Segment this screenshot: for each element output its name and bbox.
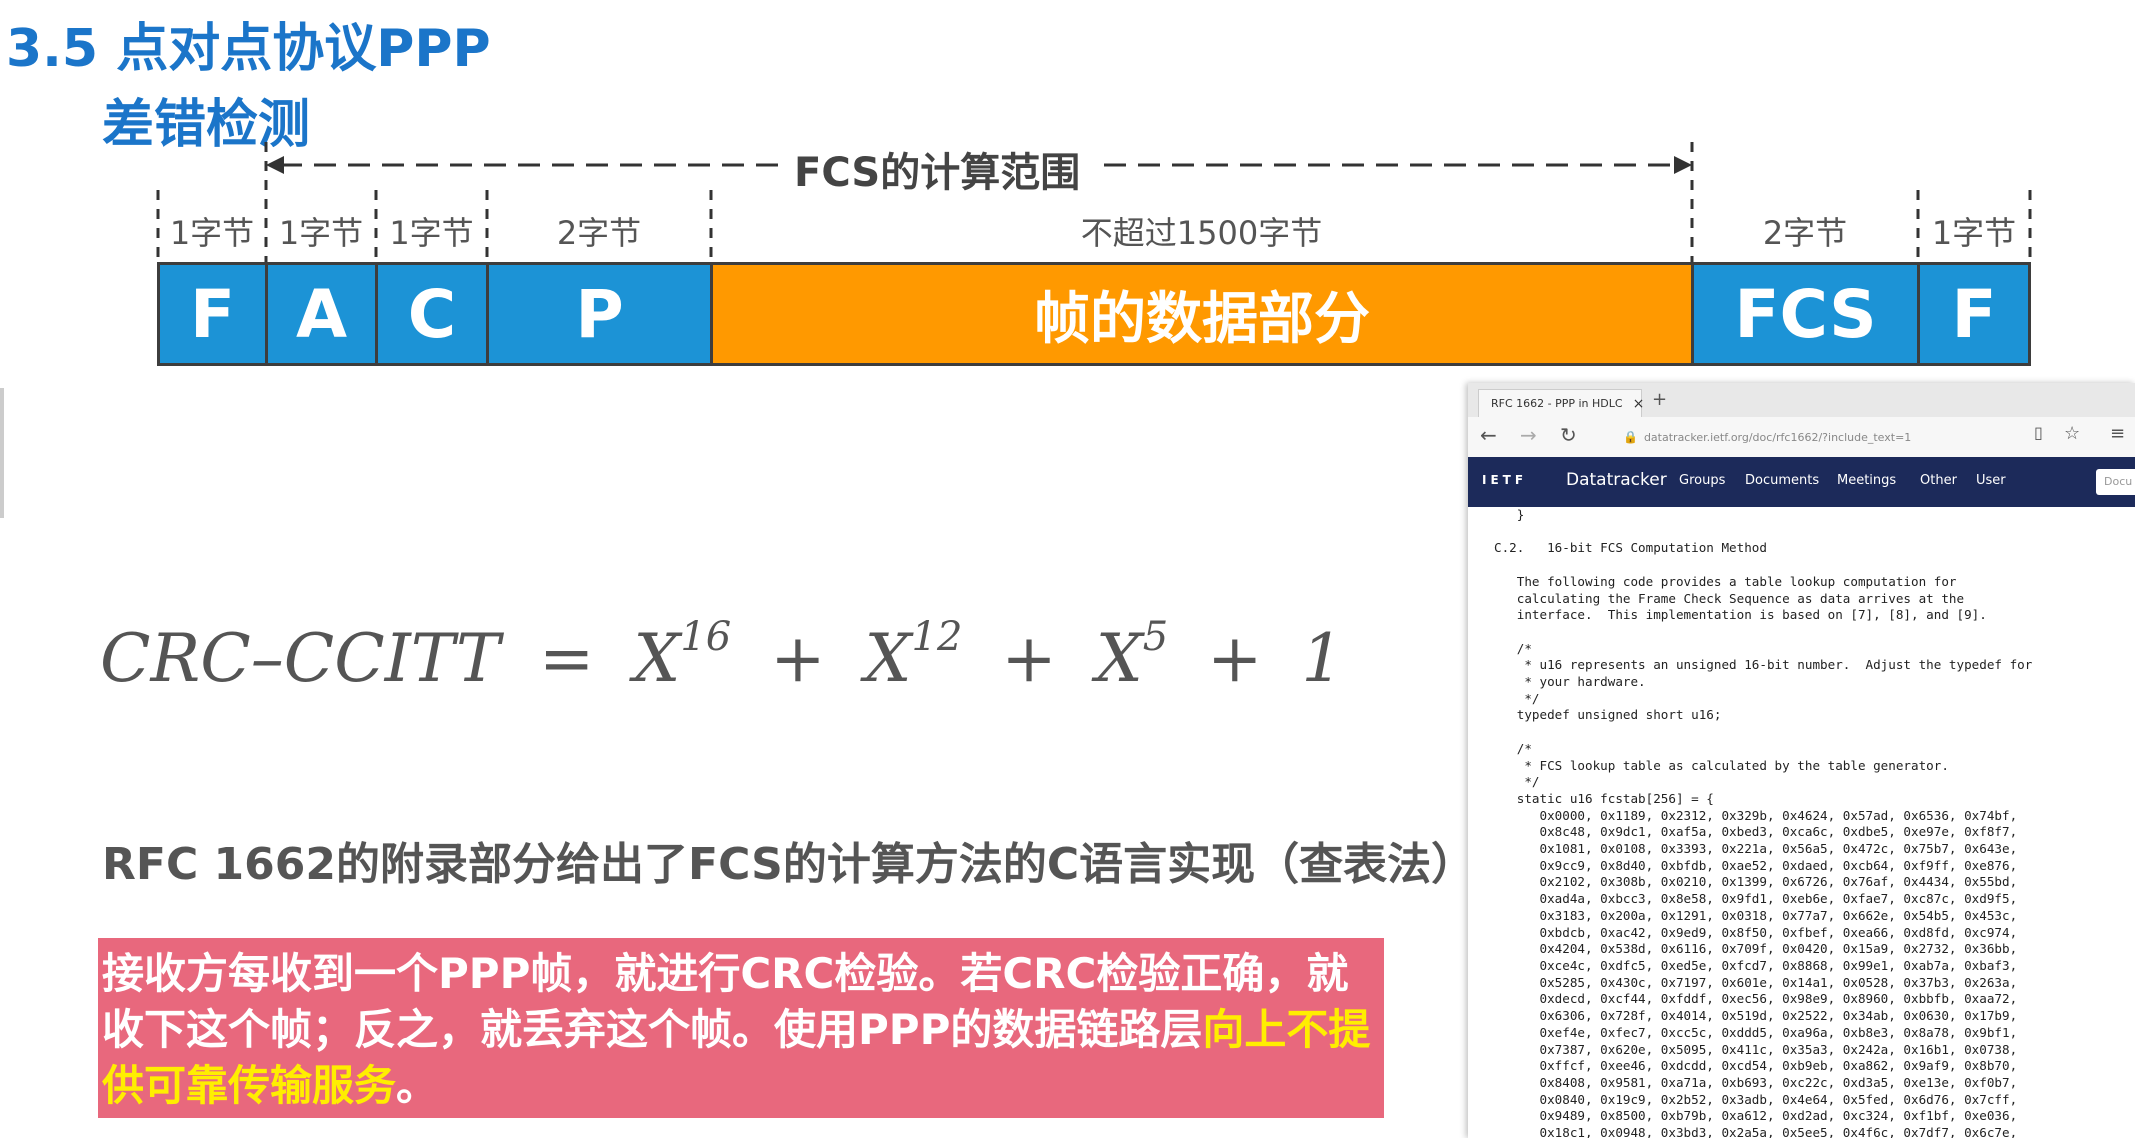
receive-note-end: 。: [396, 1061, 439, 1110]
refresh-icon[interactable]: ↻: [1560, 423, 1577, 447]
receive-note-box: 接收方每收到一个PPP帧，就进行CRC检验。若CRC检验正确，就收下这个帧；反之…: [98, 938, 1384, 1118]
fcs-range-label: FCS的计算范围: [794, 150, 1081, 196]
rfc-text-line: 0x8408, 0x9581, 0xa71a, 0xb693, 0xc22c, …: [1494, 1074, 2018, 1090]
rfc-text-line: 0x5285, 0x430c, 0x7197, 0x601e, 0x14a1, …: [1494, 974, 2018, 990]
tab-bar: RFC 1662 - PPP in HDLC × +: [1468, 383, 2135, 418]
rfc-text-line: [1494, 724, 2135, 741]
tab-close-icon[interactable]: ×: [1633, 396, 1645, 412]
lock-icon: 🔒: [1623, 430, 1638, 444]
rfc-text-line: 0x9489, 0x8500, 0xb79b, 0xa612, 0xd2ad, …: [1494, 1108, 2018, 1124]
formula-exponent: 16: [680, 614, 732, 660]
formula-exponent: 5: [1142, 614, 1169, 660]
rfc-text-line: * u16 represents an unsigned 16-bit numb…: [1494, 657, 2033, 673]
formula-term: X: [1095, 620, 1143, 697]
formula-plus: +: [1001, 620, 1057, 697]
formula-exponent: 12: [911, 614, 963, 660]
new-tab-button[interactable]: +: [1652, 389, 1667, 410]
frame-field-address: A: [265, 262, 378, 366]
document-search-input[interactable]: Docu: [2096, 469, 2135, 495]
formula-term: X: [864, 620, 912, 697]
tab-title: RFC 1662 - PPP in HDLC: [1491, 397, 1623, 410]
rfc-text-line: The following code provides a table look…: [1494, 573, 1957, 589]
datatracker-brand[interactable]: Datatracker: [1566, 470, 1667, 490]
ietf-logo[interactable]: IETF: [1482, 473, 1527, 487]
rfc-text-line: interface. This implementation is based …: [1494, 607, 1987, 623]
rfc-text-line: 0x4204, 0x538d, 0x6116, 0x709f, 0x0420, …: [1494, 941, 2018, 957]
rfc-text-line: 0x7387, 0x620e, 0x5095, 0x411c, 0x35a3, …: [1494, 1041, 2018, 1057]
rfc-text-line: [1494, 524, 2135, 541]
ietf-navbar: IETF Datatracker Groups Documents Meetin…: [1468, 457, 2135, 507]
nav-meetings[interactable]: Meetings: [1837, 473, 1896, 488]
frame-field-protocol: P: [486, 262, 713, 366]
formula-plus: +: [1207, 620, 1263, 697]
rfc-text-line: 0x1081, 0x0108, 0x3393, 0x221a, 0x56a5, …: [1494, 841, 2018, 857]
reading-view-icon[interactable]: ▯: [2034, 423, 2043, 442]
field-size-label: 1字节: [169, 214, 255, 252]
address-bar: ← → ↻ 🔒 datatracker.ietf.org/doc/rfc1662…: [1468, 417, 2135, 458]
rfc-text-line: 0xbdcb, 0xac42, 0x9ed9, 0x8f50, 0xfbef, …: [1494, 924, 2018, 940]
rfc-text-line: }: [1494, 507, 1525, 522]
nav-other[interactable]: Other: [1920, 473, 1957, 488]
field-size-label: 1字节: [1931, 214, 2017, 252]
field-size-label: 2字节: [1762, 214, 1848, 252]
rfc-text-line: 0xce4c, 0xdfc5, 0xed5e, 0xfcd7, 0x8868, …: [1494, 957, 2018, 973]
rfc-text-line: */: [1494, 690, 1540, 706]
field-size-label: 2字节: [556, 214, 642, 252]
rfc-text-line: 0x9cc9, 0x8d40, 0xbfdb, 0xae52, 0xdaed, …: [1494, 857, 2018, 873]
frame-field-fcs: FCS: [1691, 262, 1920, 366]
window-edge: [0, 388, 4, 518]
frame-field-flag-end: F: [1917, 262, 2031, 366]
formula-eq: =: [539, 620, 595, 697]
formula-term: X: [633, 620, 681, 697]
rfc-text-line: /*: [1494, 740, 1532, 756]
rfc-text-line: static u16 fcstab[256] = {: [1494, 790, 1714, 806]
field-size-label: 1字节: [278, 214, 364, 252]
browser-tab[interactable]: RFC 1662 - PPP in HDLC ×: [1478, 389, 1645, 417]
rfc-text-content: } C.2. 16-bit FCS Computation Method The…: [1468, 507, 2135, 1138]
favorite-star-icon[interactable]: ☆: [2064, 423, 2080, 444]
frame-field-control: C: [375, 262, 489, 366]
frame-field-flag: F: [157, 262, 268, 366]
rfc-text-line: /*: [1494, 640, 1532, 656]
receive-note-text: 接收方每收到一个PPP帧，就进行CRC检验。若CRC检验正确，就收下这个帧；反之…: [102, 949, 1349, 1054]
formula-lhs: CRC–CCITT: [100, 620, 501, 697]
crc-ccitt-formula: CRC–CCITT = X16 + X12 + X5 + 1: [100, 614, 1344, 697]
rfc-text-line: 0xdecd, 0xcf44, 0xfddf, 0xec56, 0x98e9, …: [1494, 991, 2018, 1007]
rfc-text-line: 0xef4e, 0xfec7, 0xcc5c, 0xddd5, 0xa96a, …: [1494, 1024, 2018, 1040]
rfc-text-line: * your hardware.: [1494, 674, 1646, 690]
rfc-text-line: typedef unsigned short u16;: [1494, 707, 1722, 723]
back-arrow-icon[interactable]: ←: [1480, 423, 1497, 447]
rfc-text-line: 0x0840, 0x19c9, 0x2b52, 0x3adb, 0x4e64, …: [1494, 1091, 2018, 1107]
rfc-text-line: 0x0000, 0x1189, 0x2312, 0x329b, 0x4624, …: [1494, 807, 2018, 823]
rfc-text-line: * FCS lookup table as calculated by the …: [1494, 757, 1949, 773]
browser-window: RFC 1662 - PPP in HDLC × + ← → ↻ 🔒 datat…: [1468, 383, 2135, 1138]
rfc-text-line: 0x18c1, 0x0948, 0x3bd3, 0x2a5a, 0x5ee5, …: [1494, 1125, 2018, 1138]
nav-user[interactable]: User: [1976, 473, 2006, 488]
rfc-text-line: 0x8c48, 0x9dc1, 0xaf5a, 0xbed3, 0xca6c, …: [1494, 824, 2018, 840]
rfc-text-line: 0xffcf, 0xee46, 0xdcdd, 0xcd54, 0xb9eb, …: [1494, 1058, 2018, 1074]
rfc-text-line: */: [1494, 774, 1540, 790]
nav-documents[interactable]: Documents: [1745, 473, 1819, 488]
url-text: datatracker.ietf.org/doc/rfc1662/?includ…: [1643, 430, 1912, 444]
rfc-text-line: 0x2102, 0x308b, 0x0210, 0x1399, 0x6726, …: [1494, 874, 2018, 890]
rfc-note: RFC 1662的附录部分给出了FCS的计算方法的C语言实现（查表法）: [102, 839, 1476, 890]
rfc-text-line: C.2. 16-bit FCS Computation Method: [1494, 540, 1767, 556]
field-size-label: 1字节: [389, 214, 474, 252]
rfc-text-line: [1494, 624, 2135, 641]
frame-field-data: 帧的数据部分: [710, 262, 1694, 366]
rfc-text-line: 0x6306, 0x728f, 0x4014, 0x519d, 0x2522, …: [1494, 1008, 2018, 1024]
formula-plus: +: [770, 620, 826, 697]
rfc-text-line: [1494, 557, 2135, 574]
field-size-label: 不超过1500字节: [1080, 214, 1323, 252]
formula-constant: 1: [1301, 620, 1344, 697]
menu-icon[interactable]: ≡: [2110, 423, 2125, 444]
forward-arrow-icon[interactable]: →: [1520, 423, 1537, 447]
rfc-text-line: 0x3183, 0x200a, 0x1291, 0x0318, 0x77a7, …: [1494, 907, 2018, 923]
nav-groups[interactable]: Groups: [1679, 473, 1725, 488]
url-field[interactable]: 🔒 datatracker.ietf.org/doc/rfc1662/?incl…: [1623, 427, 2063, 447]
rfc-text-line: calculating the Frame Check Sequence as …: [1494, 590, 1965, 606]
rfc-text-line: 0xad4a, 0xbcc3, 0x8e58, 0x9fd1, 0xeb6e, …: [1494, 891, 2018, 907]
